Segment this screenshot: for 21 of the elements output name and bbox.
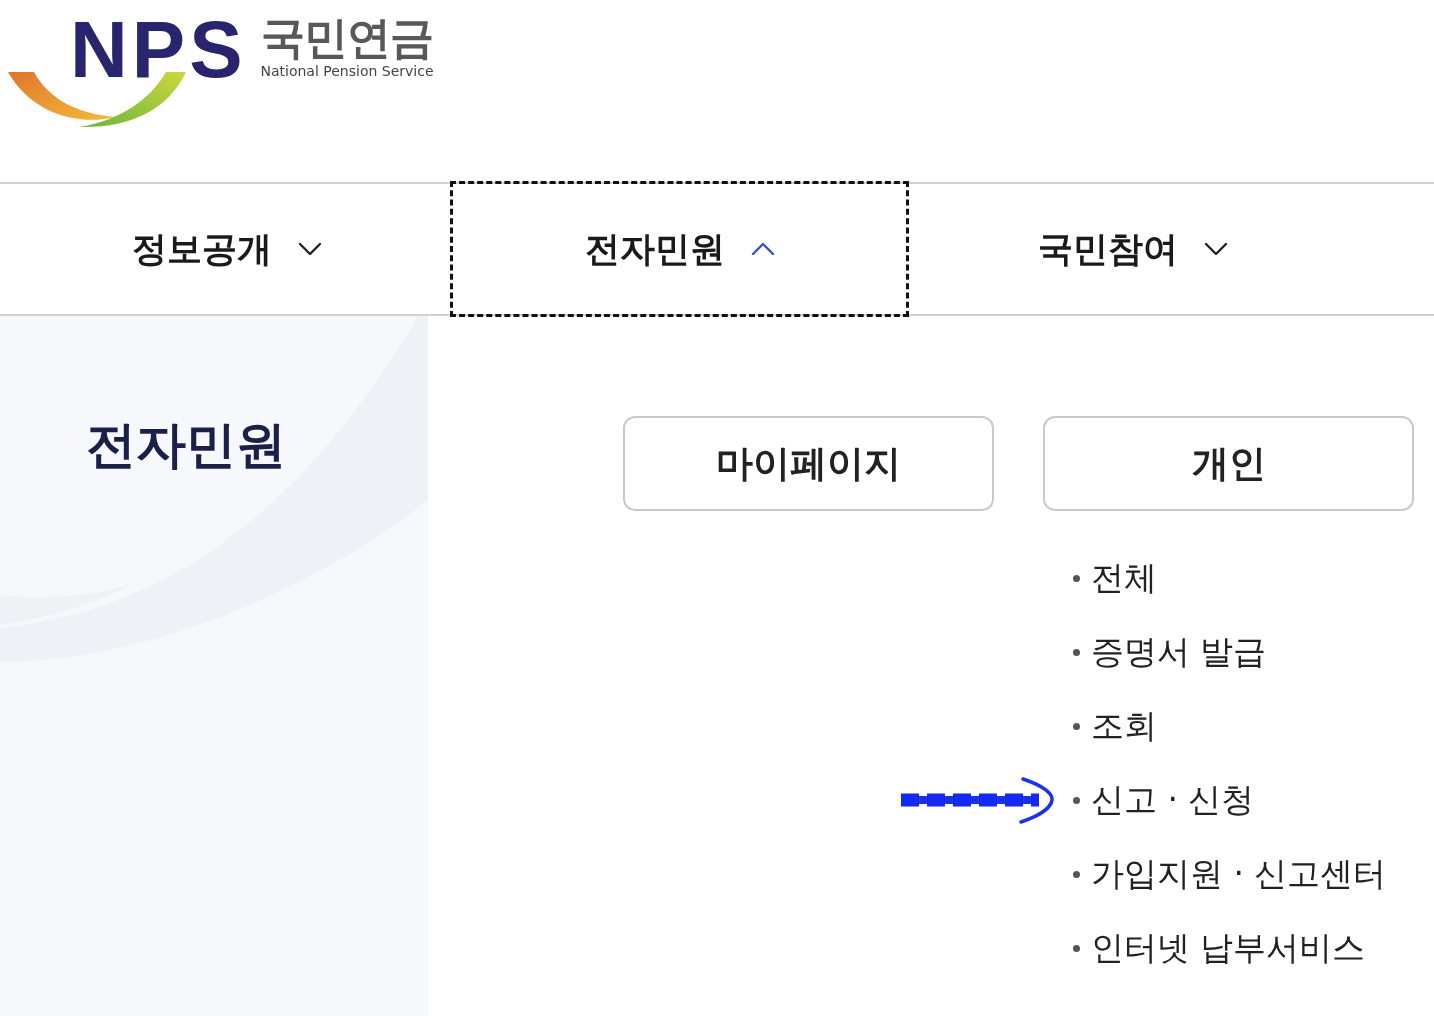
submenu-link[interactable]: 조회 bbox=[1073, 703, 1157, 749]
submenu-link[interactable]: 증명서 발급 bbox=[1073, 629, 1267, 675]
menu-button[interactable]: 개인 bbox=[1043, 416, 1414, 511]
nav-tab[interactable]: 정보공개 bbox=[0, 184, 453, 314]
submenu-link[interactable]: 가입지원 · 신고센터 bbox=[1073, 851, 1387, 897]
bullet-icon bbox=[1073, 796, 1080, 804]
submenu-link[interactable]: 신고 · 신청 bbox=[1073, 777, 1255, 823]
submenu-link[interactable]: 인터넷 납부서비스 bbox=[1073, 925, 1366, 971]
sidebar-title: 전자민원 bbox=[86, 418, 286, 473]
bullet-icon bbox=[1073, 574, 1080, 582]
menu-button[interactable]: 마이페이지 bbox=[623, 416, 994, 511]
submenu-link[interactable]: 전체 bbox=[1073, 555, 1157, 601]
nav-tab[interactable]: 전자민원 bbox=[453, 184, 906, 314]
bullet-icon bbox=[1073, 944, 1080, 952]
nav-tab[interactable]: 국민참여 bbox=[906, 184, 1359, 314]
bullet-icon bbox=[1073, 870, 1080, 878]
bullet-icon bbox=[1073, 648, 1080, 656]
bullet-icon bbox=[1073, 722, 1080, 730]
logo-mark-text: NPS bbox=[70, 10, 247, 90]
logo-title: 국민연금 bbox=[260, 16, 434, 60]
logo-subtitle: National Pension Service bbox=[260, 64, 434, 80]
